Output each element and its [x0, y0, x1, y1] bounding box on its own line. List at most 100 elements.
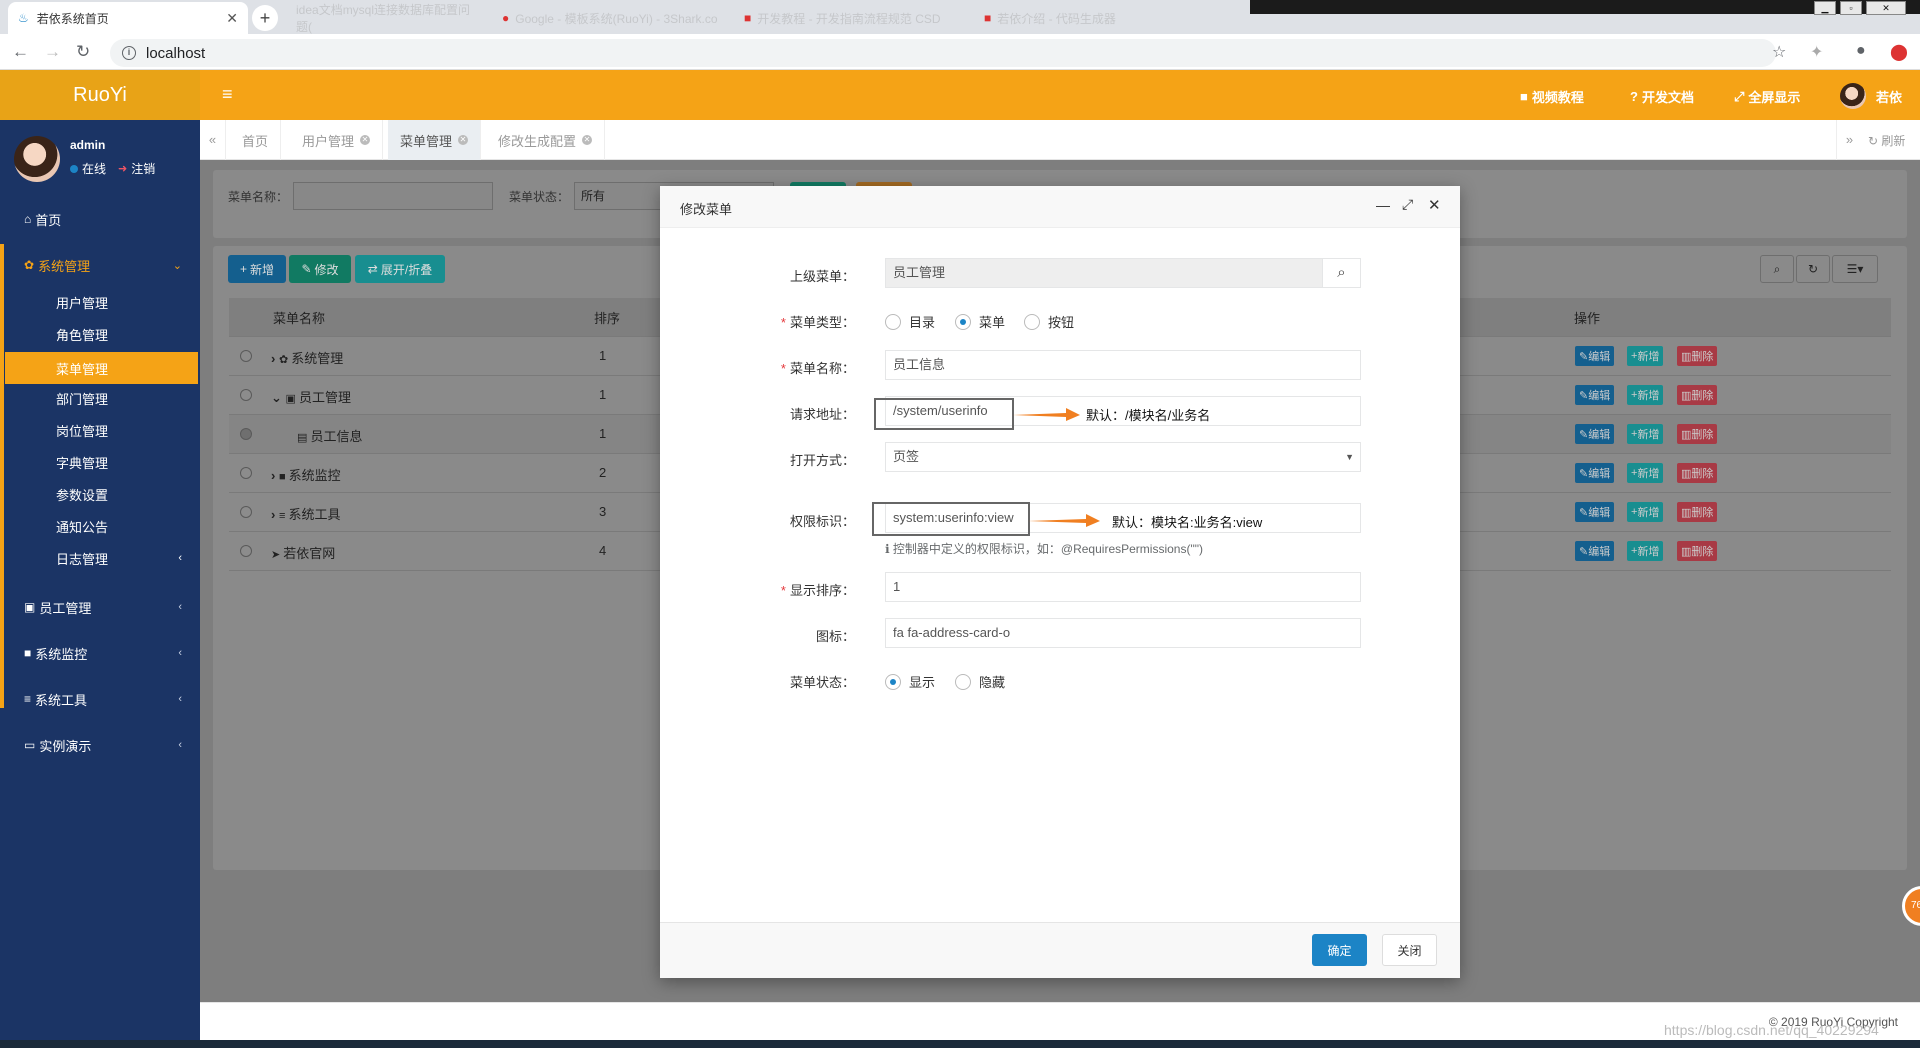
row-add-button[interactable]: + 新增 — [1627, 424, 1664, 444]
logout-link[interactable]: ➜ 注销 — [118, 160, 155, 177]
radio-visible-show[interactable]: 显示 — [885, 672, 935, 691]
row-select-radio[interactable] — [240, 467, 252, 479]
extension-icon[interactable]: ✦ — [1810, 42, 1823, 62]
chevron-down-icon[interactable]: ⌄ — [271, 390, 286, 405]
row-select-radio[interactable] — [240, 545, 252, 557]
browser-tab[interactable]: idea文档mysql连接数据库配置问题( — [286, 2, 486, 34]
sidebar-group-monitor[interactable]: ■ 系统监控 ‹ — [0, 638, 200, 668]
browser-tab[interactable]: ■ 若依介绍 - 代码生成器 — [974, 2, 1210, 34]
back-arrow-icon[interactable]: ← — [12, 42, 29, 62]
page-tab-user-mgmt[interactable]: 用户管理 ✕ — [290, 120, 384, 160]
sidebar-item-log-mgmt[interactable]: 日志管理 ‹ — [0, 542, 200, 574]
update-icon[interactable]: ⬤ — [1890, 42, 1908, 62]
browser-tab-active[interactable]: ♨ 若依系统首页 ✕ — [8, 2, 248, 34]
close-icon[interactable]: ✕ — [1428, 196, 1441, 214]
confirm-button[interactable]: 确定 — [1312, 934, 1367, 966]
row-edit-button[interactable]: ✎ 编辑 — [1575, 346, 1615, 366]
menu-toggle-icon[interactable]: ≡ — [222, 84, 233, 105]
radio-type-button[interactable]: 按钮 — [1024, 312, 1074, 331]
row-edit-button[interactable]: ✎ 编辑 — [1575, 541, 1615, 561]
sidebar-item-notice[interactable]: 通知公告 — [0, 510, 200, 542]
row-add-button[interactable]: + 新增 — [1627, 346, 1664, 366]
row-delete-button[interactable]: ▥ 删除 — [1677, 385, 1718, 405]
edit-button[interactable]: ✎ 修改 — [289, 255, 351, 283]
search-name-input[interactable] — [293, 182, 493, 210]
target-select[interactable]: 页签 ▼ — [885, 442, 1361, 472]
refresh-tab-button[interactable]: ↻ 刷新 — [1868, 132, 1905, 149]
sidebar-group-demo[interactable]: ▭ 实例演示 ‹ — [0, 730, 200, 760]
row-delete-button[interactable]: ▥ 删除 — [1677, 502, 1718, 522]
row-add-button[interactable]: + 新增 — [1627, 502, 1664, 522]
radio-type-menu[interactable]: 菜单 — [955, 312, 1005, 331]
sidebar-item-config[interactable]: 参数设置 — [0, 478, 200, 510]
icon-input[interactable]: fa fa-address-card-o — [885, 618, 1361, 648]
row-select-radio[interactable] — [240, 506, 252, 518]
reload-icon[interactable]: ↻ — [76, 42, 90, 62]
chevron-right-icon[interactable]: › — [271, 468, 279, 483]
sidebar-item-post-mgmt[interactable]: 岗位管理 — [0, 414, 200, 446]
minimize-window-button[interactable]: ▁ — [1814, 1, 1836, 15]
sidebar-group-tools[interactable]: ≡ 系统工具 ‹ — [0, 684, 200, 714]
dev-docs-link[interactable]: ? 开发文档 — [1630, 87, 1694, 106]
row-select-radio[interactable] — [240, 350, 252, 362]
sidebar-item-menu-mgmt[interactable]: 菜单管理 — [5, 352, 198, 384]
add-button[interactable]: + 新增 — [228, 255, 286, 283]
close-tab-icon[interactable]: ✕ — [582, 135, 593, 145]
menu-name-input[interactable]: 员工信息 — [885, 350, 1361, 380]
site-info-icon[interactable]: i — [122, 46, 136, 60]
row-delete-button[interactable]: ▥ 删除 — [1677, 346, 1718, 366]
parent-menu-search-icon[interactable]: ⌕ — [1322, 258, 1361, 288]
close-window-button[interactable]: ✕ — [1866, 1, 1906, 15]
video-tutorial-link[interactable]: ■ 视频教程 — [1520, 87, 1584, 106]
address-bar[interactable]: i localhost — [110, 39, 1776, 67]
chevron-right-icon[interactable]: › — [271, 507, 279, 522]
row-add-button[interactable]: + 新增 — [1627, 385, 1664, 405]
row-select-radio[interactable] — [240, 428, 252, 440]
sidebar-item-home[interactable]: ⌂ 首页 — [0, 204, 200, 234]
table-search-toggle-icon[interactable]: ⌕ — [1760, 255, 1794, 283]
sidebar-item-dept-mgmt[interactable]: 部门管理 — [0, 382, 200, 414]
new-tab-button[interactable]: + — [252, 5, 278, 31]
sidebar-item-role-mgmt[interactable]: 角色管理 — [0, 318, 200, 350]
row-edit-button[interactable]: ✎ 编辑 — [1575, 463, 1615, 483]
fullscreen-link[interactable]: ⤢ 全屏显示 — [1734, 87, 1800, 106]
table-columns-icon[interactable]: ☰▾ — [1832, 255, 1878, 283]
bookmark-star-icon[interactable]: ☆ — [1772, 42, 1786, 62]
close-tab-icon[interactable]: ✕ — [226, 10, 238, 27]
minimize-icon[interactable]: — — [1376, 197, 1390, 213]
page-tab-home[interactable]: 首页 — [230, 120, 282, 160]
browser-tab[interactable]: ■ 开发教程 - 开发指南流程规范 CSD — [734, 2, 970, 34]
tabs-scroll-right-icon[interactable]: » — [1836, 120, 1862, 160]
profile-icon[interactable]: ● — [1856, 42, 1866, 60]
close-tab-icon[interactable]: ✕ — [360, 135, 371, 145]
row-edit-button[interactable]: ✎ 编辑 — [1575, 502, 1615, 522]
expand-collapse-button[interactable]: ⇄ 展开/折叠 — [355, 255, 445, 283]
tabs-scroll-left-icon[interactable]: « — [200, 120, 226, 160]
radio-type-directory[interactable]: 目录 — [885, 312, 935, 331]
sidebar-group-employee[interactable]: ▣ 员工管理 ‹ — [0, 592, 200, 622]
order-input[interactable]: 1 — [885, 572, 1361, 602]
row-select-radio[interactable] — [240, 389, 252, 401]
maximize-icon[interactable]: ⤢ — [1402, 196, 1413, 213]
chevron-right-icon[interactable]: › — [271, 351, 279, 366]
row-add-button[interactable]: + 新增 — [1627, 541, 1664, 561]
parent-menu-input[interactable]: 员工管理 — [885, 258, 1361, 288]
forward-arrow-icon[interactable]: → — [44, 42, 61, 62]
row-add-button[interactable]: + 新增 — [1627, 463, 1664, 483]
page-tab-gen-config[interactable]: 修改生成配置 ✕ — [486, 120, 606, 160]
sidebar-group-system[interactable]: ✿ 系统管理 ⌄ — [0, 250, 200, 280]
sidebar-item-user-mgmt[interactable]: 用户管理 — [0, 286, 200, 318]
row-edit-button[interactable]: ✎ 编辑 — [1575, 424, 1615, 444]
row-delete-button[interactable]: ▥ 删除 — [1677, 463, 1718, 483]
radio-visible-hide[interactable]: 隐藏 — [955, 672, 1005, 691]
app-logo[interactable]: RuoYi — [0, 70, 200, 120]
header-user-name[interactable]: 若依 — [1876, 87, 1902, 106]
header-avatar[interactable] — [1840, 83, 1866, 109]
browser-tab[interactable]: ● Google - 模板系统(RuoYi) - 3Shark.co — [492, 2, 728, 34]
page-tab-menu-mgmt[interactable]: 菜单管理 ✕ — [388, 120, 482, 160]
row-edit-button[interactable]: ✎ 编辑 — [1575, 385, 1615, 405]
table-refresh-icon[interactable]: ↻ — [1796, 255, 1830, 283]
row-delete-button[interactable]: ▥ 删除 — [1677, 424, 1718, 444]
close-button[interactable]: 关闭 — [1382, 934, 1437, 966]
maximize-window-button[interactable]: ▫ — [1840, 1, 1862, 15]
